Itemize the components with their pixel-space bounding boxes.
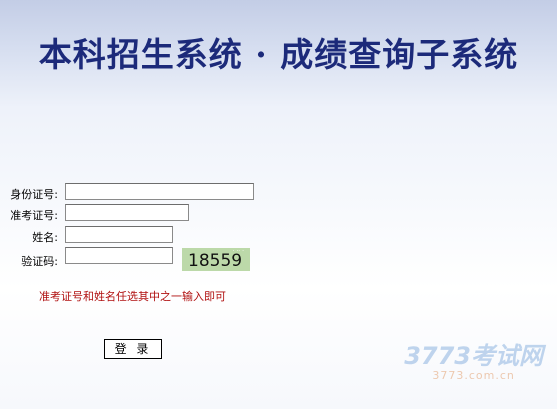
id-number-label: 身份证号: bbox=[10, 188, 58, 201]
captcha-label: 验证码: bbox=[21, 255, 58, 268]
name-label: 姓名: bbox=[32, 231, 58, 244]
id-number-input[interactable] bbox=[65, 183, 254, 200]
exam-number-input[interactable] bbox=[65, 204, 189, 221]
site-watermark-logo: 3773考试网 3773.com.cn bbox=[404, 343, 543, 383]
name-input[interactable] bbox=[65, 226, 173, 243]
watermark-main-text: 3773考试网 bbox=[404, 342, 543, 370]
input-hint: 准考证号和姓名任选其中之一输入即可 bbox=[39, 290, 226, 303]
login-button[interactable]: 登 录 bbox=[104, 339, 162, 359]
watermark-url-text: 3773.com.cn bbox=[432, 369, 515, 382]
captcha-input[interactable] bbox=[65, 247, 173, 264]
exam-number-label: 准考证号: bbox=[10, 209, 58, 222]
captcha-image[interactable]: · ·· · 18559 bbox=[182, 248, 250, 271]
captcha-noise: · ·· · bbox=[232, 248, 244, 255]
